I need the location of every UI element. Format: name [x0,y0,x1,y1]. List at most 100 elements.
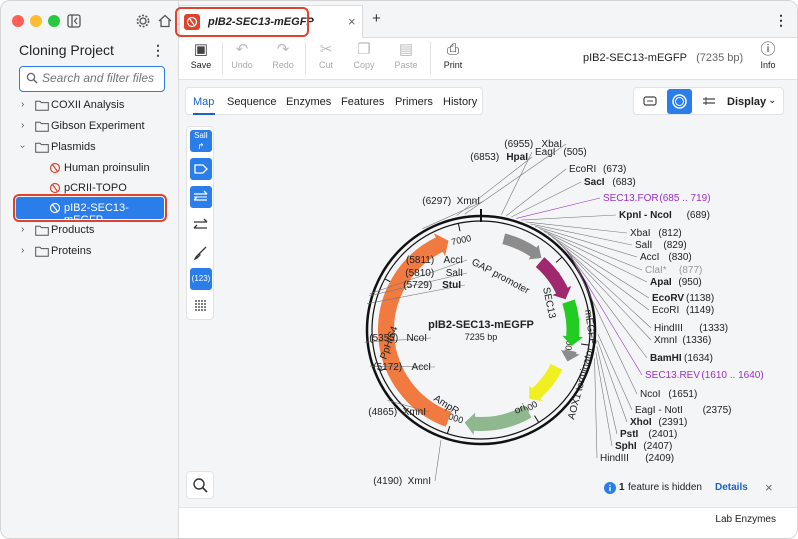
tick-label: 7000 [450,233,472,247]
folder-icon [35,100,49,111]
legend-toggle[interactable] [190,295,212,317]
active-tab-underline [193,113,215,115]
sequence-view-icon [703,97,715,105]
tab-primers[interactable]: Primers [395,96,433,108]
linear-view-button[interactable] [639,91,661,111]
gear-icon[interactable] [136,14,150,28]
maximize-window-button[interactable] [48,15,60,27]
site-position: (5729) [403,280,432,291]
site-position: (1138) [686,293,714,304]
tab-enzymes[interactable]: Enzymes [286,96,331,108]
tree-item-gibson[interactable]: › Gibson Experiment [1,117,179,137]
chevron-down-icon[interactable]: ⌄ [768,95,776,106]
new-tab-button[interactable]: + [372,11,381,26]
site-position: (812) [658,228,681,239]
plasmid-map[interactable]: 1000200030004000500060007000GAP promoter… [179,80,798,507]
chevron-right-icon[interactable]: › [21,120,24,131]
folder-icon [35,121,49,132]
site-position: (1634) [684,353,713,364]
primers-toggle[interactable] [190,186,212,208]
tree-item-label: Plasmids [51,141,96,153]
copy-button[interactable]: ❐ Copy [346,40,382,70]
sequence-view-button[interactable] [698,91,720,111]
tab-history[interactable]: History [443,96,477,108]
cut-button[interactable]: ✂ Cut [308,40,344,70]
search-input[interactable] [42,71,162,85]
undo-button[interactable]: ↶ Undo [224,40,260,70]
minimize-window-button[interactable] [30,15,42,27]
annotate-toggle[interactable] [190,242,212,264]
tree-item-coxii[interactable]: › COXII Analysis [1,96,179,116]
tree-item-products[interactable]: › Products [1,221,179,241]
orf-toggle[interactable] [190,214,212,236]
divider [305,42,306,74]
tab-features[interactable]: Features [341,96,384,108]
enzyme-set-label[interactable]: Lab Enzymes [715,514,776,525]
site-label: XhoI [630,417,652,428]
search-field[interactable] [19,66,165,92]
print-button[interactable]: ⎙ Print [435,40,471,70]
close-window-button[interactable] [12,15,24,27]
sidebar: Cloning Project ⋮ › COXII Analysis › Gib… [1,1,179,538]
tree-item-proteins[interactable]: › Proteins [1,242,179,262]
site-label: XmnI [403,407,426,418]
tab-pib2-sec13-megfp[interactable]: pIB2-SEC13-mEGFP × [175,5,363,38]
feature-arrow-icon [194,164,208,174]
printer-icon: ⎙ [446,41,459,58]
chevron-right-icon[interactable]: › [21,245,24,256]
info-icon [604,482,616,494]
chevron-down-icon[interactable]: › [17,145,28,148]
tree-item-human-proinsulin[interactable]: Human proinsulin [1,159,179,179]
redo-button[interactable]: ↷ Redo [265,40,301,70]
feature-label: mEGFP [582,309,598,346]
redo-icon: ↷ [276,41,290,58]
site-label: SEC13.FOR [603,193,659,204]
primers-icon [193,190,208,201]
tree-item-label: Products [51,224,95,236]
features-toggle[interactable] [190,158,212,180]
site-label: EcoRI [569,164,596,175]
site-label: PstI [620,429,639,440]
save-button[interactable]: ▣ Save [183,40,219,70]
site-position: (2409) [645,453,674,464]
close-icon[interactable]: × [765,480,773,495]
tabs-more-icon[interactable]: ⋮ [774,12,788,29]
site-position: (830) [668,252,691,263]
site-position: (6297) [422,196,451,207]
site-position: (1610 .. 1640) [701,370,763,381]
site-position: (685 .. 719) [659,193,710,204]
site-position: (2375) [703,405,732,416]
chevron-right-icon[interactable]: › [21,99,24,110]
site-position: (505) [563,147,586,158]
divider [430,42,431,74]
home-icon[interactable] [158,14,172,28]
site-leader [525,221,628,234]
site-label: HpaI [506,152,528,163]
index-toggle[interactable]: (123) [190,268,212,290]
tick-mark [555,256,563,263]
collapse-sidebar-icon[interactable] [67,14,81,28]
tree-item-label: COXII Analysis [51,99,125,111]
paste-button[interactable]: ▤ Paste [388,40,424,70]
project-more-icon[interactable]: ⋮ [151,42,165,59]
site-label: SalI [446,268,463,279]
details-link[interactable]: Details [715,482,748,493]
site-label: BamHI [650,353,682,364]
tree-item-plasmids[interactable]: › Plasmids [1,138,179,158]
site-label: NcoI [406,333,427,344]
folder-icon [35,225,49,236]
site-label: ApaI [650,277,672,288]
info-button[interactable]: ⓘ Info [750,40,786,70]
tick-mark [446,425,451,434]
site-position: (5355) [369,333,398,344]
enzyme-sites-toggle[interactable]: SalI ↱ [190,130,212,152]
tab-sequence[interactable]: Sequence [227,96,277,108]
circular-view-button[interactable] [667,89,692,114]
close-tab-icon[interactable]: × [348,14,356,29]
tab-map[interactable]: Map [193,96,214,108]
site-position: (683) [612,177,635,188]
site-position: (1149) [686,305,714,316]
chevron-right-icon[interactable]: › [21,224,24,235]
display-dropdown[interactable]: Display [727,96,766,108]
zoom-button[interactable] [186,471,214,499]
